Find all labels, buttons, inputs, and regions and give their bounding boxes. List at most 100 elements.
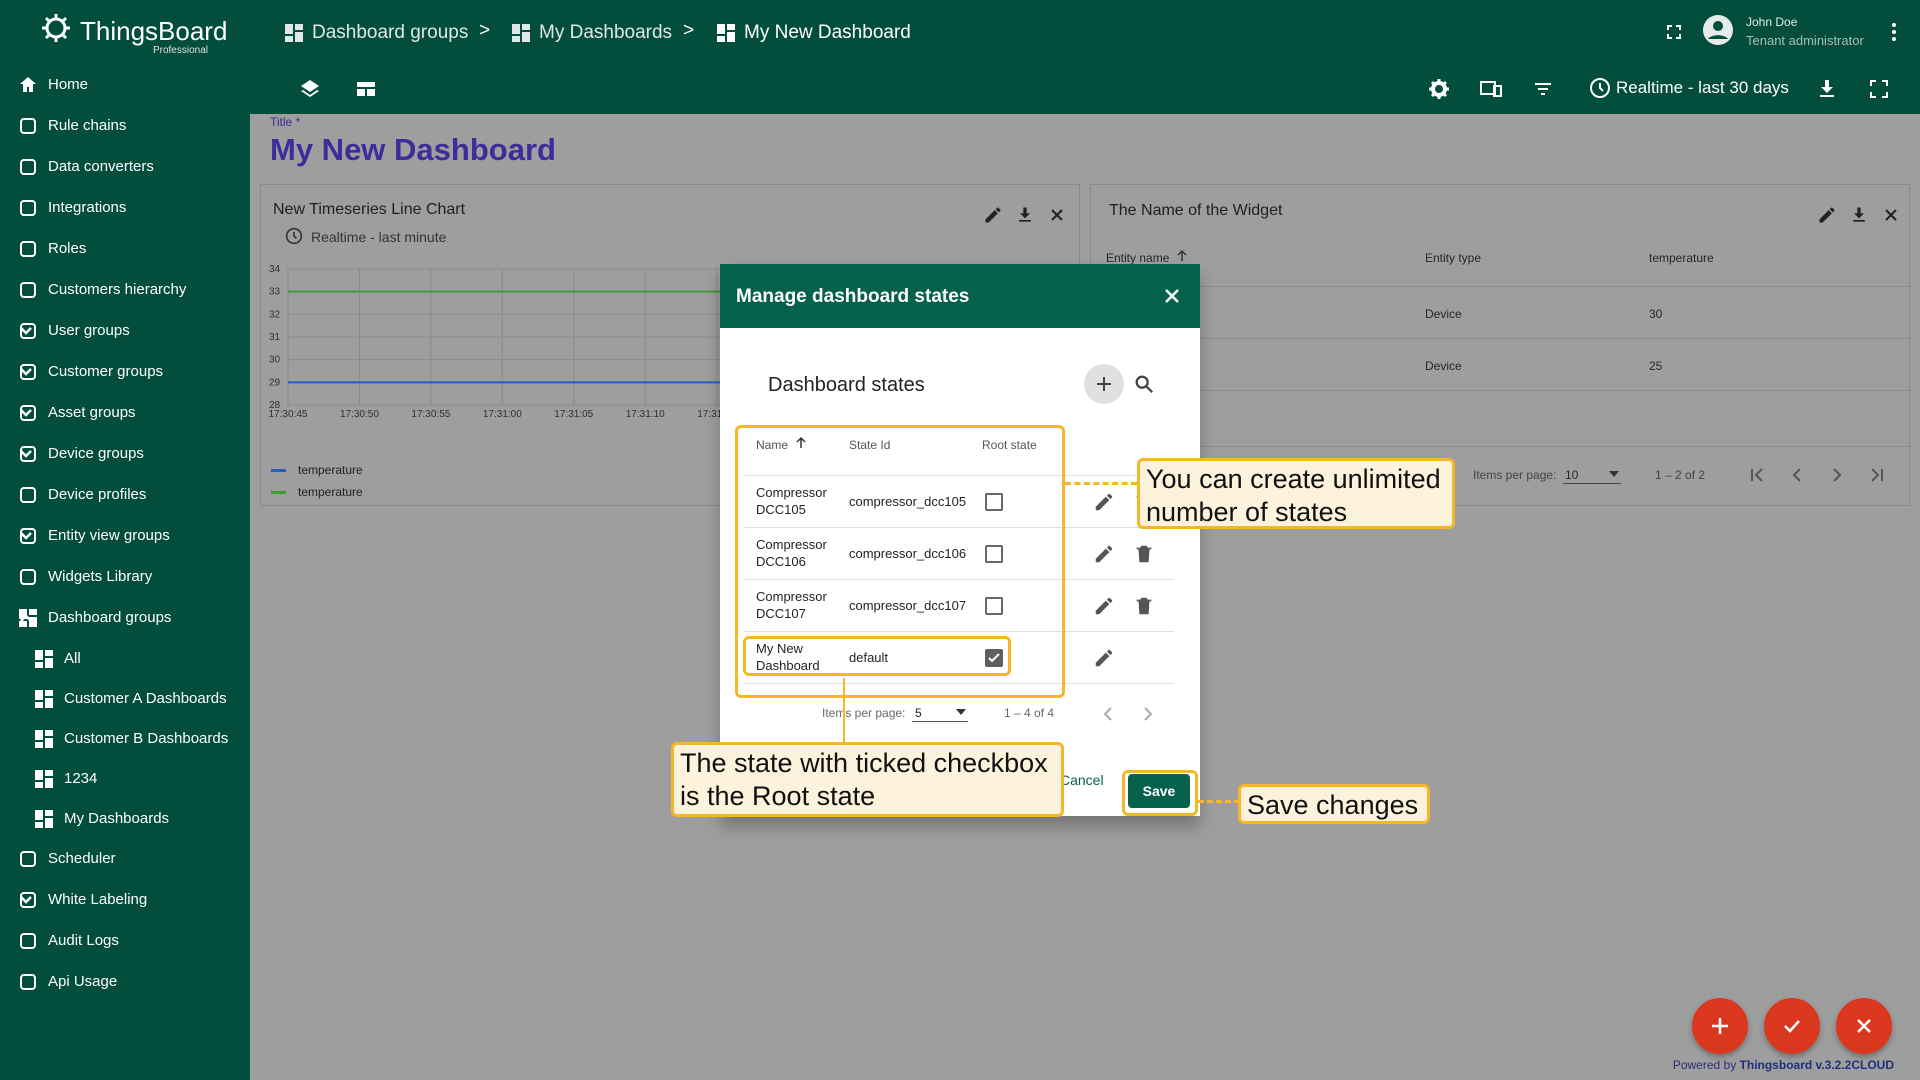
prev-page-icon[interactable]: [1098, 704, 1118, 724]
sidebar-item-dashboard-groups[interactable]: Dashboard groups: [0, 597, 250, 638]
sidebar-item-label: 1234: [64, 770, 98, 787]
layers-icon[interactable]: [298, 77, 324, 103]
add-state-button[interactable]: [1084, 364, 1124, 404]
section-title: Dashboard states: [768, 374, 925, 396]
breadcrumb-my-dashboards[interactable]: My Dashboards: [511, 20, 672, 46]
next-page-icon[interactable]: [1827, 465, 1847, 485]
chevron-down-icon[interactable]: [17, 322, 35, 340]
breadcrumb-label: Dashboard groups: [312, 22, 469, 43]
fullscreen-icon[interactable]: [1867, 77, 1893, 103]
audit-logs-icon: [17, 930, 39, 952]
edit-icon[interactable]: [1817, 205, 1837, 225]
sidebar-item-asset-groups[interactable]: Asset groups: [0, 392, 250, 433]
sidebar-item-label: Customer A Dashboards: [64, 690, 227, 707]
y-tick-label: 31: [269, 332, 281, 343]
dialog-title: Manage dashboard states: [736, 286, 970, 307]
delete-icon[interactable]: [1132, 542, 1156, 566]
sidebar-item-label: Audit Logs: [48, 932, 119, 949]
edit-icon[interactable]: [1092, 542, 1116, 566]
apply-changes-button[interactable]: [1764, 998, 1820, 1054]
dashboard-title[interactable]: My New Dashboard: [270, 132, 556, 168]
sidebar-item-api-usage[interactable]: Api Usage: [0, 961, 250, 1002]
sidebar-item-device-profiles[interactable]: Device profiles: [0, 474, 250, 515]
delete-icon[interactable]: [1132, 594, 1156, 618]
table-cell-type: Device: [1425, 307, 1462, 321]
callout-text: You can create unlimited number of state…: [1146, 464, 1441, 527]
sidebar-item-integrations[interactable]: Integrations: [0, 187, 250, 228]
sidebar-item-customer-groups[interactable]: Customer groups: [0, 351, 250, 392]
sidebar-item-all[interactable]: All: [0, 638, 250, 679]
chevron-down-icon[interactable]: [17, 404, 35, 422]
search-icon[interactable]: [1132, 372, 1156, 396]
cancel-button[interactable]: Cancel: [1060, 772, 1104, 788]
rule-chains-icon: [17, 115, 39, 137]
edit-icon[interactable]: [1092, 594, 1116, 618]
chevron-down-icon[interactable]: [17, 891, 35, 909]
edit-icon[interactable]: [1092, 646, 1116, 670]
top-toolbar: Dashboard groups > My Dashboards > My Ne…: [250, 0, 1920, 114]
sidebar-item-scheduler[interactable]: Scheduler: [0, 838, 250, 879]
edit-icon[interactable]: [1092, 490, 1116, 514]
sidebar-item-label: Device groups: [48, 445, 144, 462]
callout-text: The state with ticked checkbox is the Ro…: [680, 748, 1048, 811]
last-page-icon[interactable]: [1867, 465, 1887, 485]
chevron-down-icon[interactable]: [17, 445, 35, 463]
prev-page-icon[interactable]: [1787, 465, 1807, 485]
breadcrumb-separator: >: [683, 20, 695, 41]
powered-by[interactable]: Powered by Thingsboard v.3.2.2CLOUD: [1673, 1058, 1894, 1072]
powered-by-prefix: Powered by: [1672, 1058, 1740, 1072]
sidebar-item-roles[interactable]: Roles: [0, 228, 250, 269]
filter-icon[interactable]: [1531, 77, 1557, 103]
sidebar-item-device-groups[interactable]: Device groups: [0, 433, 250, 474]
sidebar-item-audit-logs[interactable]: Audit Logs: [0, 920, 250, 961]
sidebar-item-home[interactable]: Home: [0, 64, 250, 105]
first-page-icon[interactable]: [1747, 465, 1767, 485]
sidebar-item-entity-view-groups[interactable]: Entity view groups: [0, 515, 250, 556]
legend-item[interactable]: temperature: [271, 463, 363, 477]
settings-icon[interactable]: [1427, 77, 1453, 103]
next-page-icon[interactable]: [1138, 704, 1158, 724]
download-icon[interactable]: [1849, 205, 1869, 225]
close-icon[interactable]: [1881, 205, 1901, 225]
chevron-up-icon[interactable]: [17, 609, 35, 627]
thingsboard-logo[interactable]: ThingsBoard Professional: [40, 12, 227, 56]
chevron-down-icon[interactable]: [17, 363, 35, 381]
sidebar-item-widgets-library[interactable]: Widgets Library: [0, 556, 250, 597]
legend-item[interactable]: temperature: [271, 485, 363, 499]
fullscreen-icon[interactable]: [1662, 20, 1688, 46]
sidebar-item-user-groups[interactable]: User groups: [0, 310, 250, 351]
close-icon[interactable]: [1160, 284, 1184, 308]
download-icon[interactable]: [1815, 77, 1841, 103]
devices-icon[interactable]: [1479, 77, 1505, 103]
column-header-temperature[interactable]: temperature: [1649, 251, 1714, 265]
add-widget-button[interactable]: [1692, 998, 1748, 1054]
layouts-icon[interactable]: [354, 77, 380, 103]
sidebar-item-customer-b-dashboards[interactable]: Customer B Dashboards: [0, 718, 250, 759]
sidebar-item-data-converters[interactable]: Data converters: [0, 146, 250, 187]
table-cell-type: Device: [1425, 359, 1462, 373]
sidebar-item-my-dashboards[interactable]: My Dashboards: [0, 798, 250, 839]
more-vert-icon[interactable]: [1882, 20, 1908, 46]
chevron-down-icon[interactable]: [17, 527, 35, 545]
callout-connector: [1198, 800, 1240, 803]
timewindow-label[interactable]: Realtime - last 30 days: [1616, 78, 1789, 98]
sidebar-item-rule-chains[interactable]: Rule chains: [0, 105, 250, 146]
sidebar-item-label: Customer B Dashboards: [64, 730, 229, 747]
sidebar-item-label: Entity view groups: [48, 527, 170, 544]
sidebar-item-customer-a-dashboards[interactable]: Customer A Dashboards: [0, 678, 250, 719]
sidebar-item-1234[interactable]: 1234: [0, 758, 250, 799]
dialog-header: Manage dashboard states: [720, 264, 1200, 328]
clock-icon[interactable]: [1589, 77, 1611, 99]
x-tick-label: 17:31:10: [626, 409, 665, 420]
breadcrumb-current: My New Dashboard: [716, 20, 911, 46]
sidebar-item-label: Customer groups: [48, 363, 164, 380]
discard-changes-button[interactable]: [1836, 998, 1892, 1054]
items-per-page-select[interactable]: 5: [912, 702, 968, 722]
breadcrumb-dashboard-groups[interactable]: Dashboard groups: [284, 20, 468, 46]
column-header-entity-type[interactable]: Entity type: [1425, 251, 1481, 265]
sidebar-item-white-labeling[interactable]: White Labeling: [0, 879, 250, 920]
column-header-entity-name[interactable]: Entity name: [1106, 251, 1169, 265]
account-icon[interactable]: [1702, 14, 1734, 46]
items-per-page-select[interactable]: 10: [1563, 464, 1621, 484]
sidebar-item-customers-hierarchy[interactable]: Customers hierarchy: [0, 269, 250, 310]
